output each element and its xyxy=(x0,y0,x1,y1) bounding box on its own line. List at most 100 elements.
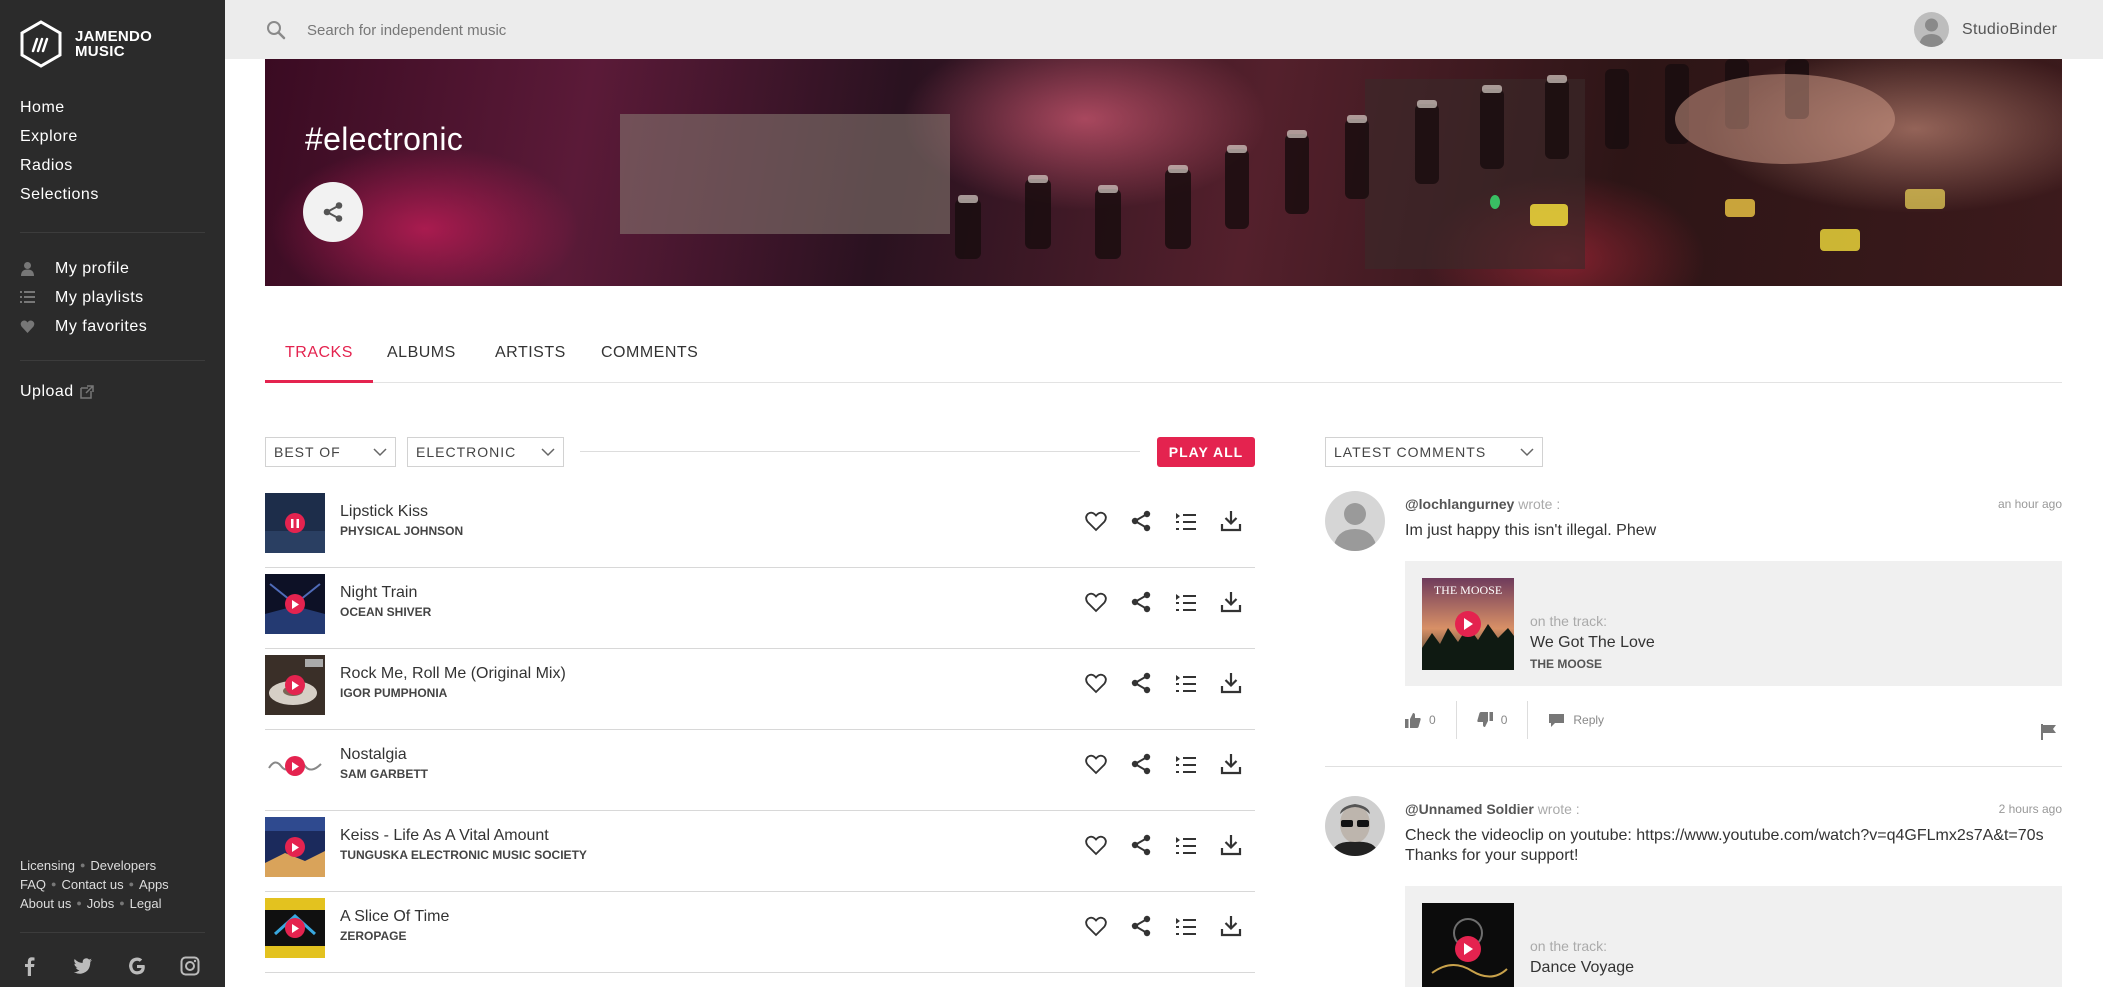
comment-track-title[interactable]: Dance Voyage xyxy=(1530,959,1634,977)
share-icon[interactable] xyxy=(1129,590,1153,614)
favorite-heart-icon[interactable] xyxy=(1084,671,1108,695)
facebook-icon[interactable] xyxy=(20,956,40,976)
play-icon[interactable] xyxy=(1455,936,1481,962)
sort-select[interactable]: BEST OF xyxy=(265,437,396,467)
play-icon[interactable] xyxy=(285,756,305,776)
comment-author[interactable]: @lochlangurney xyxy=(1405,496,1514,512)
comment-track-artist[interactable]: THE MOOSE xyxy=(1530,657,1602,671)
track-cover[interactable] xyxy=(265,817,325,877)
search-input[interactable] xyxy=(307,18,1007,42)
favorite-heart-icon[interactable] xyxy=(1084,914,1108,938)
user-nav: My profile My playlists My favorites xyxy=(20,254,147,341)
like-button[interactable]: 0 xyxy=(1405,712,1436,728)
track-artist[interactable]: SAM GARBETT xyxy=(340,767,428,781)
share-button[interactable] xyxy=(303,182,363,242)
track-cover[interactable] xyxy=(1422,903,1514,987)
track-cover[interactable] xyxy=(265,898,325,958)
track-artist[interactable]: PHYSICAL JOHNSON xyxy=(340,524,463,538)
footer-licensing[interactable]: Licensing xyxy=(20,856,75,875)
share-icon[interactable] xyxy=(1129,752,1153,776)
report-flag-icon[interactable] xyxy=(2041,724,2057,740)
tab-comments[interactable]: COMMENTS xyxy=(601,344,698,383)
comments-sort-value: LATEST COMMENTS xyxy=(1334,444,1487,460)
download-icon[interactable] xyxy=(1219,833,1243,857)
download-icon[interactable] xyxy=(1219,590,1243,614)
add-to-playlist-icon[interactable] xyxy=(1174,509,1198,533)
download-icon[interactable] xyxy=(1219,671,1243,695)
play-icon[interactable] xyxy=(285,675,305,695)
share-icon[interactable] xyxy=(1129,833,1153,857)
footer-jobs[interactable]: Jobs xyxy=(87,894,114,913)
play-icon[interactable] xyxy=(1455,611,1481,637)
track-cover[interactable] xyxy=(265,736,325,796)
track-cover[interactable] xyxy=(265,493,325,553)
nav-explore[interactable]: Explore xyxy=(20,126,99,155)
footer-about[interactable]: About us xyxy=(20,894,71,913)
add-to-playlist-icon[interactable] xyxy=(1174,833,1198,857)
track-title[interactable]: Nostalgia xyxy=(340,746,407,764)
search-icon[interactable] xyxy=(266,20,286,40)
share-icon[interactable] xyxy=(1129,914,1153,938)
tab-artists[interactable]: ARTISTS xyxy=(495,344,566,383)
nav-my-playlists[interactable]: My playlists xyxy=(20,283,147,312)
play-icon[interactable] xyxy=(285,918,305,938)
nav-selections[interactable]: Selections xyxy=(20,184,99,213)
google-plus-icon[interactable] xyxy=(127,956,147,976)
favorite-heart-icon[interactable] xyxy=(1084,509,1108,533)
share-icon[interactable] xyxy=(1129,671,1153,695)
avatar[interactable] xyxy=(1325,491,1385,551)
instagram-icon[interactable] xyxy=(180,956,200,976)
nav-my-profile[interactable]: My profile xyxy=(20,254,147,283)
track-cover[interactable] xyxy=(265,655,325,715)
twitter-icon[interactable] xyxy=(73,956,93,976)
track-artist[interactable]: OCEAN SHIVER xyxy=(340,605,431,619)
comments-sort-select[interactable]: LATEST COMMENTS xyxy=(1325,437,1543,467)
track-title[interactable]: Lipstick Kiss xyxy=(340,503,428,521)
download-icon[interactable] xyxy=(1219,752,1243,776)
download-icon[interactable] xyxy=(1219,914,1243,938)
footer-developers[interactable]: Developers xyxy=(90,856,156,875)
social-links xyxy=(20,956,200,976)
play-icon[interactable] xyxy=(285,594,305,614)
avatar[interactable] xyxy=(1325,796,1385,856)
tab-albums[interactable]: ALBUMS xyxy=(387,344,456,383)
footer-legal[interactable]: Legal xyxy=(130,894,162,913)
logo[interactable]: JAMENDO MUSIC xyxy=(19,20,165,68)
track-artist[interactable]: ZEROPAGE xyxy=(340,929,406,943)
track-title[interactable]: Rock Me, Roll Me (Original Mix) xyxy=(340,665,566,683)
footer-contact[interactable]: Contact us xyxy=(61,875,123,894)
nav-home[interactable]: Home xyxy=(20,97,99,126)
track-cover[interactable] xyxy=(265,574,325,634)
add-to-playlist-icon[interactable] xyxy=(1174,752,1198,776)
track-artist[interactable]: IGOR PUMPHONIA xyxy=(340,686,447,700)
nav-radios[interactable]: Radios xyxy=(20,155,99,184)
tab-tracks[interactable]: TRACKS xyxy=(265,344,373,383)
reply-button[interactable]: Reply xyxy=(1548,713,1604,728)
genre-select[interactable]: ELECTRONIC xyxy=(407,437,564,467)
favorite-heart-icon[interactable] xyxy=(1084,752,1108,776)
download-icon[interactable] xyxy=(1219,509,1243,533)
user-menu[interactable]: StudioBinder xyxy=(1914,12,2057,47)
comment-text: Im just happy this isn't illegal. Phew xyxy=(1405,522,1657,539)
dislike-button[interactable]: 0 xyxy=(1477,712,1507,728)
upload-link[interactable]: Upload xyxy=(20,383,94,401)
track-cover[interactable]: THE MOOSE xyxy=(1422,578,1514,670)
add-to-playlist-icon[interactable] xyxy=(1174,590,1198,614)
play-all-button[interactable]: PLAY ALL xyxy=(1157,437,1255,467)
comment-track-title[interactable]: We Got The Love xyxy=(1530,634,1655,652)
add-to-playlist-icon[interactable] xyxy=(1174,914,1198,938)
favorite-heart-icon[interactable] xyxy=(1084,833,1108,857)
add-to-playlist-icon[interactable] xyxy=(1174,671,1198,695)
nav-my-favorites[interactable]: My favorites xyxy=(20,312,147,341)
comment-author[interactable]: @Unnamed Soldier xyxy=(1405,801,1534,817)
pause-icon[interactable] xyxy=(285,513,305,533)
track-artist[interactable]: TUNGUSKA ELECTRONIC MUSIC SOCIETY xyxy=(340,848,587,862)
share-icon[interactable] xyxy=(1129,509,1153,533)
footer-apps[interactable]: Apps xyxy=(139,875,169,894)
play-icon[interactable] xyxy=(285,837,305,857)
track-title[interactable]: Night Train xyxy=(340,584,417,602)
favorite-heart-icon[interactable] xyxy=(1084,590,1108,614)
track-title[interactable]: A Slice Of Time xyxy=(340,908,449,926)
track-title[interactable]: Keiss - Life As A Vital Amount xyxy=(340,827,549,845)
footer-faq[interactable]: FAQ xyxy=(20,875,46,894)
